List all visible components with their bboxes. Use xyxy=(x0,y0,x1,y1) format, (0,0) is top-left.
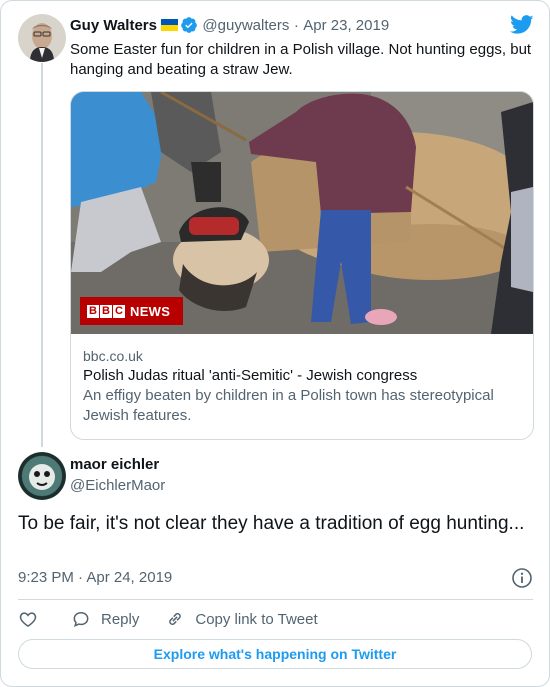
bbc-logo-letter: C xyxy=(113,304,125,318)
info-icon[interactable] xyxy=(511,567,533,589)
bbc-logo-letter: B xyxy=(87,304,99,318)
author-name[interactable]: Guy Walters xyxy=(70,17,157,34)
tweet-header: Guy Walters @guywalters · Apr 23, 2019 xyxy=(70,16,389,36)
link-domain: bbc.co.uk xyxy=(83,348,143,364)
reply-bubble-icon xyxy=(73,611,89,627)
bbc-logo-news-text: NEWS xyxy=(130,303,171,319)
explore-twitter-button[interactable]: Explore what's happening on Twitter xyxy=(18,639,532,669)
like-button[interactable] xyxy=(18,609,38,629)
tweet-text: Some Easter fun for children in a Polish… xyxy=(70,41,532,78)
link-description: An effigy beaten by children in a Polish… xyxy=(83,387,494,424)
author-handle[interactable]: @guywalters xyxy=(202,17,289,34)
tweet-date[interactable]: Apr 23, 2019 xyxy=(303,17,389,34)
link-title[interactable]: Polish Judas ritual 'anti-Semitic' - Jew… xyxy=(83,366,523,386)
reply-timestamp[interactable]: 9:23 PM · Apr 24, 2019 xyxy=(18,568,172,588)
bbc-news-logo: B B C NEWS xyxy=(80,297,183,325)
twitter-bird-icon[interactable] xyxy=(510,15,534,35)
action-divider xyxy=(18,599,533,600)
header-separator: · xyxy=(293,17,299,34)
link-icon xyxy=(169,613,182,625)
copy-link-label: Copy link to Tweet xyxy=(195,610,318,628)
reply-author-avatar[interactable] xyxy=(18,452,66,500)
bbc-logo-letter: B xyxy=(100,304,112,318)
reply-author-name[interactable]: maor eichler xyxy=(70,455,159,475)
verified-badge-icon xyxy=(181,17,197,33)
thread-connector-line xyxy=(41,63,43,447)
copy-link-button[interactable]: Copy link to Tweet xyxy=(165,609,318,629)
tweet-embed-card: Guy Walters @guywalters · Apr 23, 2019 S… xyxy=(0,0,550,687)
link-preview-card[interactable]: B B C NEWS bbc.co.uk Polish Judas ritual… xyxy=(70,91,534,440)
link-preview-meta: bbc.co.uk Polish Judas ritual 'anti-Semi… xyxy=(83,346,523,426)
action-bar: Reply Copy link to Tweet xyxy=(18,607,318,631)
heart-icon xyxy=(19,612,37,627)
ukraine-flag-icon xyxy=(160,19,178,31)
reply-author-handle[interactable]: @EichlerMaor xyxy=(70,476,165,496)
reply-button-label: Reply xyxy=(101,610,140,628)
reply-text: To be fair, it's not clear they have a t… xyxy=(18,513,525,534)
reply-button[interactable]: Reply xyxy=(71,609,139,629)
author-avatar[interactable] xyxy=(18,14,66,62)
